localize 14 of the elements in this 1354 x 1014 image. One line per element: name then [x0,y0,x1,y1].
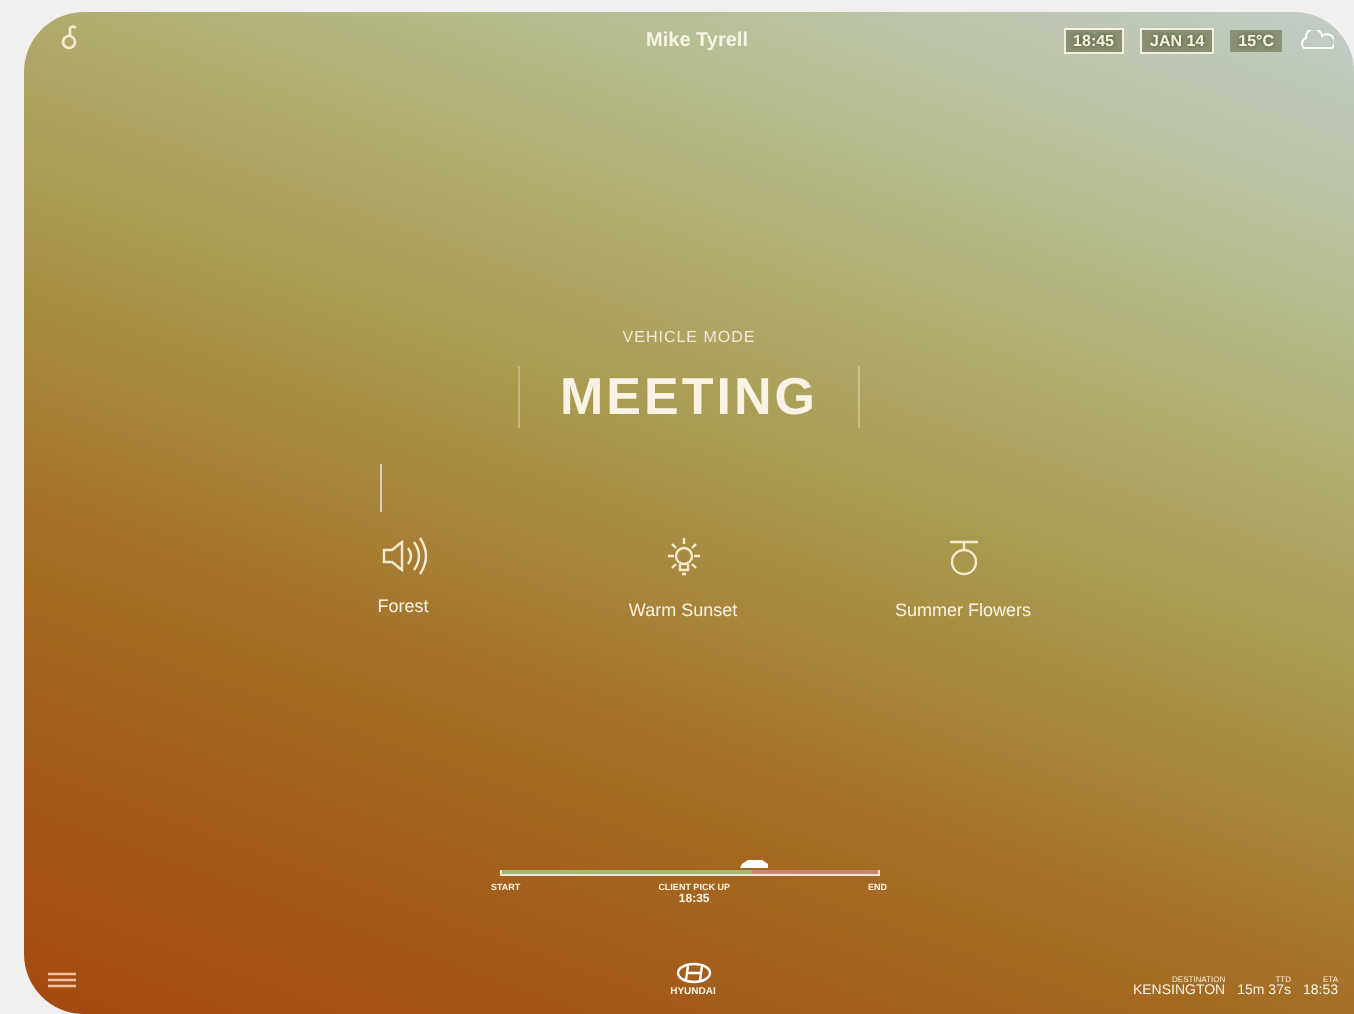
lock-icon[interactable] [60,21,78,49]
driver-name: Mike Tyrell [646,29,748,51]
date-label: JAN 14 [1140,27,1215,53]
mode-title[interactable]: MEETING [518,366,860,428]
cloud-icon [1298,30,1335,50]
time-label: 18:45 [1063,27,1125,53]
mode-caption: VEHICLE MODE [622,328,756,346]
menu-icon[interactable] [48,972,76,988]
ambience-label[interactable]: Summer Flowers [894,600,1031,620]
speaker-icon [379,536,427,576]
ambience-label[interactable]: Warm Sunset [628,600,738,620]
ambience-label[interactable]: Forest [377,596,429,616]
logo-icon [675,962,711,984]
temperature-label: 15°C [1230,29,1283,51]
